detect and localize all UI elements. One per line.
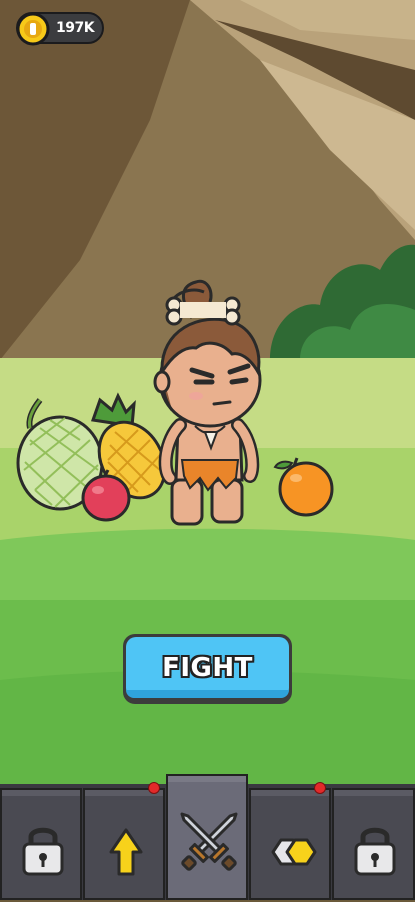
coin-amount: 197K [56,20,95,36]
tab-locked-left[interactable] [0,788,82,900]
tab-gems[interactable] [249,788,331,900]
tab-locked-right[interactable] [332,788,415,900]
gems-icon [271,838,317,866]
coin-icon [16,12,50,46]
notification-badge [148,782,160,794]
fight-button-label: FIGHT [162,652,253,683]
crossed-swords-icon [180,812,238,871]
game-scene [0,0,415,790]
lock-icon [354,827,396,876]
fight-button[interactable]: FIGHT [123,634,292,704]
notification-badge [314,782,326,794]
coin-counter: 197K [16,12,104,46]
upgrade-arrow-icon [109,828,143,876]
tab-battle[interactable] [166,774,248,900]
lock-icon [22,827,64,876]
tab-upgrade[interactable] [83,788,165,900]
